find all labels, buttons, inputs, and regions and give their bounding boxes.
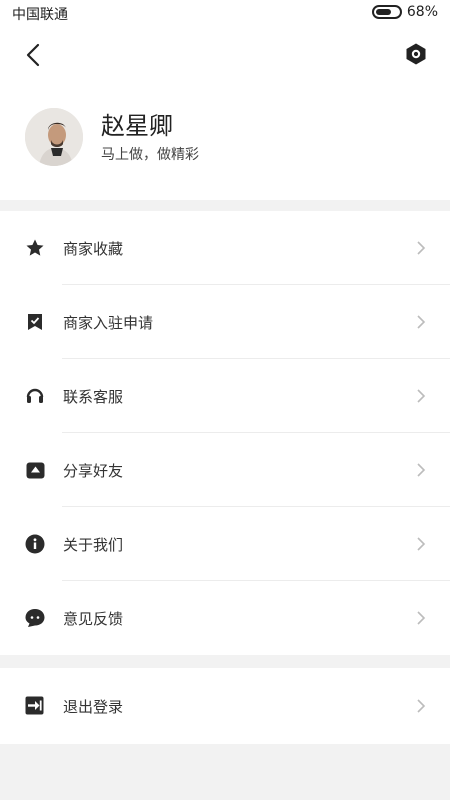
header-section: 中国联通 68% 赵星卿 马上做，做精彩	[0, 0, 450, 200]
share-icon	[25, 460, 45, 480]
menu-item-feedback[interactable]: 意见反馈	[0, 581, 450, 655]
headset-icon	[25, 386, 45, 406]
menu-item-label: 分享好友	[63, 461, 124, 480]
profile-card[interactable]: 赵星卿 马上做，做精彩	[25, 108, 199, 166]
chevron-right-icon	[417, 463, 426, 477]
logout-icon	[25, 696, 45, 716]
profile-text: 赵星卿 马上做，做精彩	[101, 110, 199, 164]
bookmark-check-icon	[25, 312, 45, 332]
status-bar: 中国联通 68%	[0, 0, 450, 26]
menu-item-merchant-apply[interactable]: 商家入驻申请	[0, 285, 450, 359]
logout-label: 退出登录	[63, 697, 124, 716]
nav-bar	[0, 26, 450, 84]
menu-item-label: 商家收藏	[63, 239, 124, 258]
chevron-right-icon	[417, 241, 426, 255]
settings-icon	[406, 43, 426, 65]
menu-item-customer-service[interactable]: 联系客服	[0, 359, 450, 433]
logout-button[interactable]: 退出登录	[0, 668, 450, 744]
profile-name: 赵星卿	[101, 112, 173, 140]
menu-item-label: 商家入驻申请	[63, 313, 154, 332]
menu-item-share[interactable]: 分享好友	[0, 433, 450, 507]
star-icon	[25, 238, 45, 258]
avatar[interactable]	[25, 108, 83, 166]
profile-motto: 马上做，做精彩	[101, 147, 199, 163]
menu-list: 商家收藏 商家入驻申请 联系客服 分享好友 关于我们 意见反馈	[0, 211, 450, 655]
chevron-right-icon	[417, 389, 426, 403]
chevron-right-icon	[417, 699, 426, 713]
menu-item-favorites[interactable]: 商家收藏	[0, 211, 450, 285]
battery-indicator: 68%	[371, 4, 438, 20]
menu-item-label: 联系客服	[63, 387, 124, 406]
battery-percent: 68%	[406, 4, 438, 20]
chevron-right-icon	[417, 537, 426, 551]
carrier-name: 中国联通	[12, 7, 68, 23]
battery-icon	[371, 5, 402, 19]
menu-item-label: 关于我们	[63, 535, 124, 554]
menu-item-label: 意见反馈	[63, 609, 124, 628]
avatar-image	[25, 108, 83, 166]
feedback-bubble-icon	[25, 608, 45, 628]
battery-fill	[375, 9, 391, 15]
chevron-right-icon	[417, 315, 426, 329]
menu-item-about[interactable]: 关于我们	[0, 507, 450, 581]
chevron-right-icon	[417, 611, 426, 625]
info-icon	[25, 534, 45, 554]
settings-button[interactable]	[404, 42, 428, 66]
chevron-left-icon	[26, 43, 40, 67]
back-button[interactable]	[18, 38, 48, 72]
